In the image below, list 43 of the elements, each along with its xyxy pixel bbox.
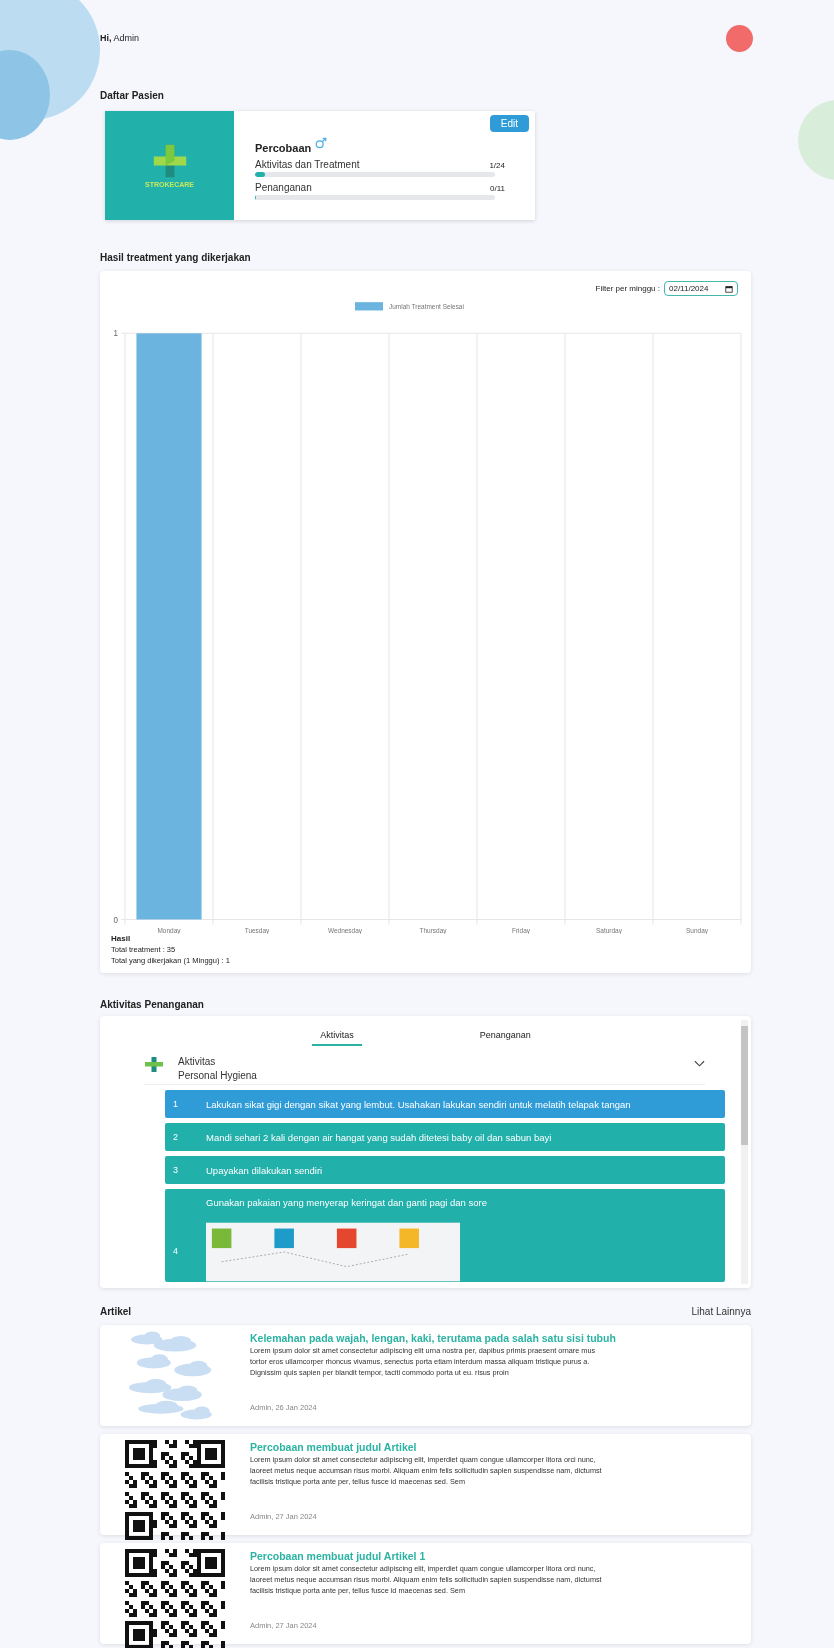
tab[interactable]: Aktivitas: [312, 1028, 362, 1046]
item-number: 3: [172, 1165, 179, 1175]
group-category: Aktivitas: [178, 1056, 217, 1067]
progress-count: 1/24: [489, 161, 505, 170]
item-number: 1: [172, 1099, 179, 1109]
axis-tick-label: 1: [113, 329, 118, 339]
item-number: 2: [172, 1132, 179, 1142]
activity-item[interactable]: 2 Mandi sehari 2 kali dengan air hangat yang sudah ditetesi baby oil dan sabun bayi: [165, 1123, 725, 1151]
see-more-link[interactable]: Lihat Lainnya: [691, 1306, 751, 1317]
calendar-icon[interactable]: [725, 284, 733, 293]
article-title[interactable]: Percobaan membuat judul Artikel: [250, 1441, 650, 1453]
scrollbar[interactable]: [741, 1020, 748, 1284]
group-name: Personal Hygiena: [178, 1070, 258, 1081]
item-text: Mandi sehari 2 kali dengan air hangat yang sudah ditetesi baby oil dan sabun bayi: [206, 1131, 552, 1143]
date-field[interactable]: 02/11/2024: [664, 281, 738, 296]
section-title: Artikel: [100, 1306, 132, 1317]
edit-button[interactable]: Edit: [489, 115, 529, 132]
greeting-text: Hi, Admin: [100, 33, 140, 43]
filter-label: Filter per minggu :: [595, 284, 660, 293]
tab[interactable]: Penanganan: [471, 1028, 539, 1046]
axis-tick-label: 0: [113, 915, 118, 925]
patient-name: Percobaan: [255, 142, 312, 154]
item-number: 4: [172, 1244, 179, 1256]
progress-label: Penanganan: [255, 182, 312, 193]
cross-logo-icon: [151, 143, 188, 179]
avatar[interactable]: [726, 24, 753, 52]
article-title[interactable]: Percobaan membuat judul Artikel 1: [250, 1550, 650, 1562]
summary-title: Hasil: [111, 934, 132, 943]
male-icon: [315, 137, 328, 149]
item-text: Gunakan pakaian yang menyerap keringat dan ganti pagi dan sore: [206, 1197, 487, 1208]
legend-swatch: [355, 302, 383, 311]
article-title[interactable]: Kelemahan pada wajah, lengan, kaki, terutama pada salah satu sisi tubuh: [250, 1332, 650, 1344]
section-title: Hasil treatment yang dikerjakan: [100, 252, 252, 263]
section-title: Aktivitas Penanganan: [100, 999, 205, 1010]
activity-item[interactable]: 3 Upayakan dilakukan sendiri: [165, 1156, 725, 1184]
progress-count: 0/11: [490, 184, 505, 193]
chevron-down-icon[interactable]: [694, 1060, 705, 1068]
item-text: Lakukan sikat gigi dengan sikat yang lembut. Usahakan lakukan sendiri untuk melatih telapak tangan: [206, 1098, 631, 1110]
progress-label: Aktivitas dan Treatment: [255, 159, 360, 170]
section-title: Daftar Pasien: [100, 90, 165, 101]
item-text: Upayakan dilakukan sendiri: [206, 1164, 323, 1176]
activity-item[interactable]: 1 Lakukan sikat gigi dengan sikat yang lembut. Usahakan lakukan sendiri untuk melatih telapak tangan: [165, 1090, 725, 1118]
activity-item[interactable]: 4 Gunakan pakaian yang menyerap keringat dan ganti pagi dan sore: [165, 1189, 725, 1282]
